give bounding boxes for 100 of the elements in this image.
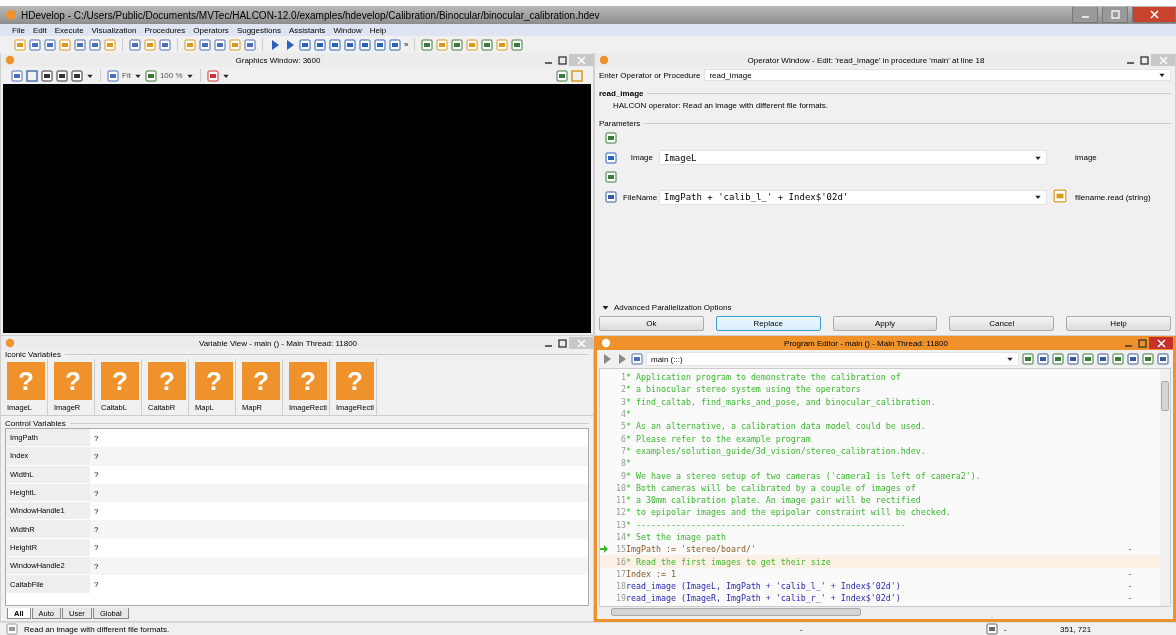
unknown-image-icon: ? [54, 362, 92, 400]
line-number: 16 [615, 556, 626, 567]
window-title: HDevelop - C:/Users/Public/Documents/MVTec/HALCON-12.0/examples/hdevelop/Calibration/Binocular/binocular_calibration.hdev [21, 9, 600, 21]
maximize-icon[interactable] [1137, 338, 1147, 348]
code-line: ImgPath := 'stereo/board/' [626, 544, 757, 555]
dialog-button[interactable]: Cancel [949, 316, 1055, 331]
variable-value: ? [93, 450, 100, 463]
code-line: * [626, 458, 632, 469]
runtime-marker: - [1126, 544, 1134, 555]
line-number: 2 [620, 384, 626, 395]
code-line: Index := 1 [626, 568, 677, 579]
expand-icon[interactable] [601, 303, 610, 312]
code-line: * examples/solution_guide/3d_vision/stereo_calibration.hdev. [626, 445, 927, 456]
operator-input[interactable]: read_image [704, 69, 1171, 81]
line-number: 5 [620, 421, 626, 432]
parameter-input[interactable]: ImageL [659, 150, 1047, 165]
step-run-icon[interactable] [284, 38, 296, 51]
menu-item[interactable]: File [12, 25, 25, 35]
parameter-input[interactable]: ImgPath + 'calib_l_' + Index$'02d' [659, 189, 1047, 205]
code-line: * ------------------------------------------------------ [626, 519, 907, 530]
unknown-image-icon: ? [289, 362, 327, 400]
line-number: 7 [620, 445, 626, 456]
unknown-image-icon: ? [242, 362, 280, 400]
menu-item[interactable]: Help [369, 25, 387, 35]
line-number: 9 [620, 470, 626, 481]
parameters-heading: Parameters [599, 119, 641, 128]
unknown-image-icon: ? [336, 362, 374, 400]
unknown-image-icon: ? [101, 362, 139, 400]
code-line: * Set the image path [626, 532, 727, 542]
app-logo-icon [601, 338, 611, 348]
procedure-select[interactable]: main (:::) [646, 352, 1019, 366]
variable-value: ? [93, 469, 100, 482]
menu-item[interactable]: Execute [54, 25, 84, 35]
parameter-type: image [1075, 153, 1098, 162]
scrollbar-thumb[interactable] [611, 608, 861, 616]
variable-value: ? [93, 579, 100, 591]
variable-value: ? [93, 542, 100, 555]
menu-item[interactable]: Procedures [144, 25, 186, 35]
status-field: - [800, 624, 980, 634]
code-line: * Read the first images to get their size [626, 556, 832, 567]
unknown-image-icon: ? [148, 362, 186, 400]
parameter-name: Image [629, 153, 653, 162]
runtime-marker: - [1126, 568, 1134, 579]
line-number: 3 [620, 396, 626, 407]
forward-icon[interactable] [616, 353, 628, 365]
status-field: - [1004, 624, 1054, 634]
dialog-button[interactable]: Help [1066, 316, 1171, 331]
variable-value: ? [93, 524, 100, 537]
operator-description: HALCON operator: Read an image with different file formats. [613, 101, 829, 110]
runtime-marker: - [1126, 581, 1134, 592]
menu-item[interactable]: Operators [193, 25, 229, 35]
line-number: 15 [600, 544, 626, 555]
panel-title: Graphics Window: 3600 [234, 55, 322, 65]
run-icon[interactable] [269, 38, 281, 51]
variable-value: ? [93, 487, 100, 500]
line-number: 17 [615, 568, 626, 579]
panel-title: Program Editor - main () - Main Thread: 11800 [783, 338, 949, 348]
close-icon[interactable] [1149, 10, 1159, 19]
dialog-button[interactable]: Replace [715, 316, 821, 331]
scrollbar-thumb[interactable] [1161, 381, 1169, 411]
app-logo-icon [5, 9, 17, 21]
advanced-options-toggle[interactable]: Advanced Parallelization Options [614, 303, 732, 312]
app-logo-icon [5, 55, 15, 65]
panel-title: Operator Window - Edit: 'read_image' in procedure 'main' at line 18 [746, 55, 986, 65]
maximize-icon[interactable] [557, 55, 567, 65]
runtime-marker: - [1126, 593, 1134, 604]
app-logo-icon [599, 55, 609, 65]
operator-heading: read_image [599, 89, 644, 98]
dialog-button[interactable]: Ok [599, 316, 704, 331]
line-number: 19 [615, 593, 626, 604]
code-line: * Application program to demonstrate the calibration of [626, 372, 902, 383]
line-number: 12 [615, 507, 626, 518]
maximize-icon[interactable] [1139, 55, 1149, 65]
zoom-mode-label[interactable]: Fit [122, 71, 131, 80]
unknown-image-icon: ? [195, 362, 233, 400]
line-number: 10 [615, 482, 626, 493]
line-number: 11 [615, 495, 626, 506]
menu-item[interactable]: Window [333, 25, 362, 35]
variable-value: ? [93, 560, 100, 573]
code-line: read_image (ImageR, ImgPath + 'calib_r_' + Index$'02d') [626, 593, 902, 604]
menu-item[interactable]: Suggestions [236, 25, 281, 35]
menu-item[interactable]: Edit [32, 25, 47, 35]
app-logo-icon [5, 338, 15, 348]
status-message: Read an image with different file formats. [24, 624, 171, 634]
panel-title: Variable View - main () - Main Thread: 11800 [197, 338, 359, 348]
code-line: * a binocular stereo system using the operators [626, 384, 862, 395]
close-icon[interactable] [1156, 338, 1166, 348]
iconic-variables-heading: Iconic Variables [5, 350, 61, 359]
toolbar-overflow[interactable]: » [404, 40, 409, 49]
dialog-button[interactable]: Apply [832, 316, 938, 331]
zoom-level-label[interactable]: 100 % [159, 71, 183, 80]
menu-item[interactable]: Assistants [288, 25, 326, 35]
code-line: * [626, 409, 632, 420]
code-line: * to epipolar images and the epipolar constraint will be checked. [626, 507, 952, 518]
menu-item[interactable]: Visualization [91, 25, 137, 35]
maximize-icon[interactable] [557, 338, 567, 348]
line-number: 18 [615, 581, 626, 592]
line-number: 6 [620, 433, 626, 444]
code-line: * We have a stereo setup of two cameras ('camera1 is left of camera2'). [626, 470, 982, 481]
cursor-position: 351, 721 [1060, 624, 1092, 634]
